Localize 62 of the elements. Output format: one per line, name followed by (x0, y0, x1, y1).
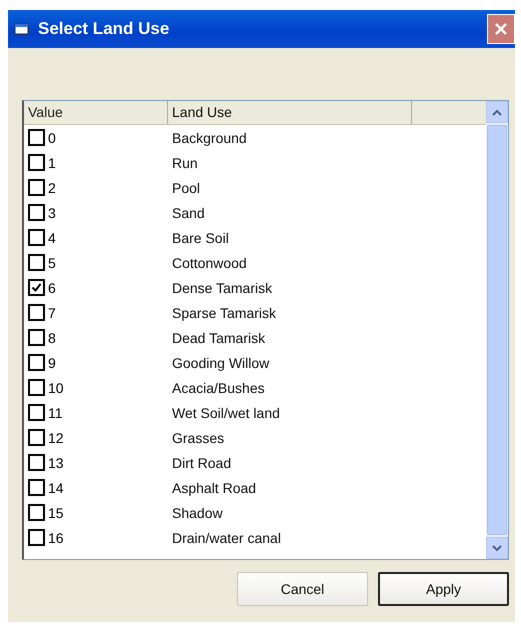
land-use-text: Shadow (172, 504, 223, 520)
value-text: 8 (48, 330, 56, 346)
land-use-text: Sparse Tamarisk (172, 304, 276, 320)
checkbox[interactable] (28, 429, 45, 446)
value-text: 13 (48, 454, 64, 470)
column-header[interactable]: Land Use (168, 101, 412, 124)
window-icon (14, 22, 30, 36)
checkbox[interactable] (28, 129, 45, 146)
value-text: 15 (48, 504, 64, 520)
checkbox[interactable] (28, 504, 45, 521)
value-text: 0 (48, 130, 56, 146)
value-text: 3 (48, 204, 56, 220)
value-text: 5 (48, 254, 56, 270)
window-title: Select Land Use (38, 19, 170, 39)
value-text: 9 (48, 354, 56, 370)
close-button[interactable] (487, 14, 515, 44)
land-use-text: Pool (172, 180, 200, 196)
checkbox[interactable] (28, 254, 45, 271)
land-use-text: Dead Tamarisk (172, 330, 266, 346)
land-use-text: Gooding Willow (172, 354, 270, 370)
dialog-button[interactable]: Cancel (237, 572, 368, 606)
checkbox[interactable] (28, 404, 45, 421)
land-use-text: Asphalt Road (172, 480, 256, 496)
value-text: 16 (48, 530, 64, 546)
checkbox[interactable] (28, 329, 45, 346)
land-use-text: Cottonwood (172, 254, 247, 270)
value-text: 7 (48, 304, 56, 320)
land-use-text: Bare Soil (172, 230, 229, 246)
land-use-text: Drain/water canal (172, 530, 281, 546)
value-text: 6 (48, 280, 56, 296)
value-text: 4 (48, 230, 56, 246)
dialog-button[interactable]: Apply (378, 572, 509, 606)
check-mark-icon (31, 282, 42, 293)
checkbox[interactable] (28, 379, 45, 396)
value-text: 14 (48, 480, 64, 496)
scrollbar[interactable] (486, 101, 508, 559)
value-text: 12 (48, 430, 64, 446)
checkbox[interactable] (28, 179, 45, 196)
value-text: 11 (48, 404, 63, 420)
checkbox[interactable] (28, 279, 45, 296)
land-use-text: Background (172, 130, 247, 146)
checkbox[interactable] (28, 204, 45, 221)
checkbox[interactable] (28, 229, 45, 246)
checkbox[interactable] (28, 154, 45, 171)
checkbox[interactable] (28, 354, 45, 371)
scroll-up-icon[interactable] (486, 101, 508, 123)
land-use-text: Sand (172, 204, 205, 220)
column-header[interactable]: Value (24, 101, 168, 124)
value-text: 1 (48, 154, 56, 170)
scroll-down-icon[interactable] (486, 537, 508, 559)
checkbox[interactable] (28, 304, 45, 321)
land-use-text: Acacia/Bushes (172, 380, 265, 396)
checkbox[interactable] (28, 529, 45, 546)
value-text: 2 (48, 180, 56, 196)
land-use-text: Grasses (172, 430, 224, 446)
checkbox[interactable] (28, 479, 45, 496)
value-text: 10 (48, 380, 64, 396)
checkbox[interactable] (28, 454, 45, 471)
land-use-text: Run (172, 154, 198, 170)
land-use-text: Dirt Road (172, 454, 232, 470)
land-use-text: Dense Tamarisk (172, 280, 272, 296)
land-use-text: Wet Soil/wet land (172, 404, 280, 420)
